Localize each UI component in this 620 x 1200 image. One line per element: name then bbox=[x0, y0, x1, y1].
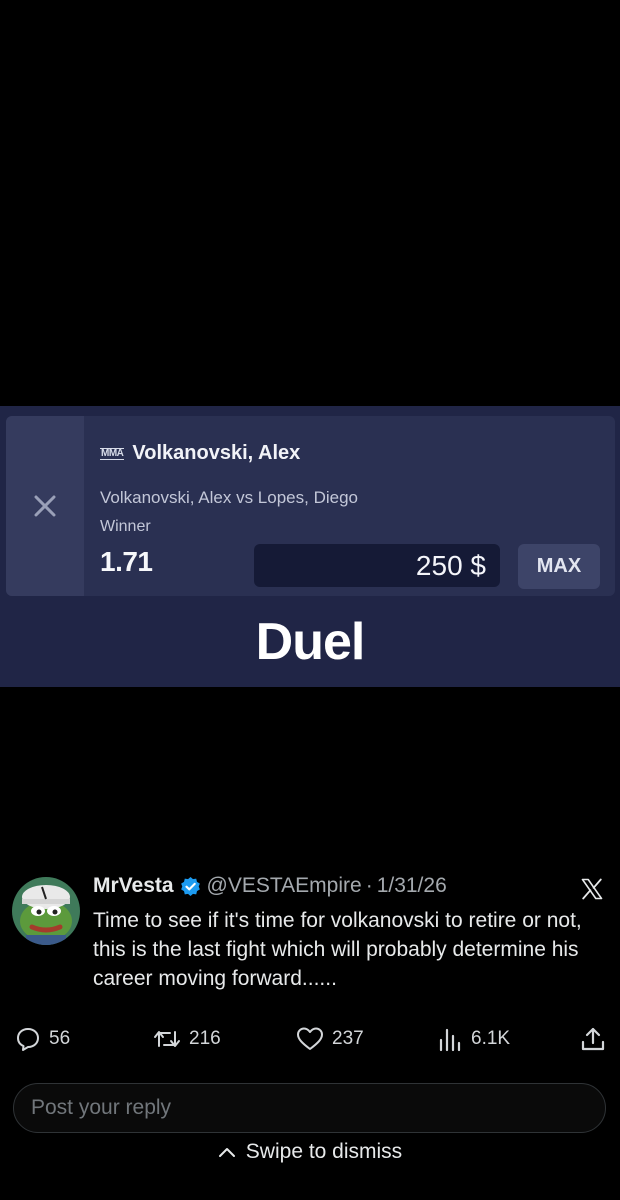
swipe-to-dismiss[interactable]: Swipe to dismiss bbox=[0, 1140, 620, 1164]
x-logo-icon[interactable] bbox=[580, 877, 604, 901]
dismiss-label: Swipe to dismiss bbox=[245, 1140, 403, 1163]
share-button[interactable] bbox=[580, 1026, 606, 1052]
views-icon bbox=[439, 1028, 461, 1052]
bet-slip-image: MMA Volkanovski, Alex Volkanovski, Alex … bbox=[0, 406, 620, 687]
repost-icon bbox=[154, 1031, 180, 1047]
user-handle[interactable]: @VESTAEmpire bbox=[207, 874, 362, 898]
tweet-header: MrVesta @VESTAEmpire · 1/31/26 bbox=[93, 874, 447, 898]
market-name: Winner bbox=[100, 518, 151, 535]
avatar[interactable] bbox=[12, 877, 80, 945]
reply-input[interactable]: Post your reply bbox=[13, 1083, 606, 1133]
display-name[interactable]: MrVesta bbox=[93, 874, 174, 898]
reply-icon bbox=[17, 1028, 39, 1051]
tweet-actions: 56 216 237 6.1K bbox=[0, 1026, 620, 1060]
odds-value: 1.71 bbox=[100, 546, 153, 577]
selection-name: Volkanovski, Alex bbox=[132, 442, 301, 464]
close-icon bbox=[34, 495, 56, 517]
tweet-text: Time to see if it's time for volkanovski… bbox=[93, 909, 582, 990]
heart-icon bbox=[297, 1027, 323, 1050]
remove-selection-button[interactable] bbox=[6, 416, 84, 596]
chevron-up-icon bbox=[218, 1148, 235, 1157]
bet-slip-card: MMA Volkanovski, Alex Volkanovski, Alex … bbox=[6, 416, 615, 596]
views-button[interactable]: 6.1K bbox=[437, 1026, 510, 1052]
tweet-date[interactable]: 1/31/26 bbox=[377, 874, 447, 898]
reply-count: 56 bbox=[49, 1028, 71, 1049]
event-name: Volkanovski, Alex vs Lopes, Diego bbox=[100, 488, 358, 507]
verified-badge-icon bbox=[180, 876, 201, 897]
views-count: 6.1K bbox=[471, 1028, 511, 1049]
stake-input[interactable]: 250 $ bbox=[254, 544, 500, 587]
max-stake-button[interactable]: MAX bbox=[518, 544, 600, 589]
mma-icon: MMA bbox=[100, 447, 125, 460]
separator-dot: · bbox=[365, 874, 373, 897]
share-icon bbox=[581, 1027, 605, 1051]
like-count: 237 bbox=[332, 1028, 364, 1049]
reply-button[interactable]: 56 bbox=[15, 1026, 70, 1052]
repost-count: 216 bbox=[189, 1028, 221, 1049]
selection-row: MMA Volkanovski, Alex bbox=[100, 442, 300, 465]
repost-button[interactable]: 216 bbox=[153, 1026, 221, 1052]
brand-logo: Duel bbox=[255, 613, 366, 671]
like-button[interactable]: 237 bbox=[296, 1026, 364, 1052]
